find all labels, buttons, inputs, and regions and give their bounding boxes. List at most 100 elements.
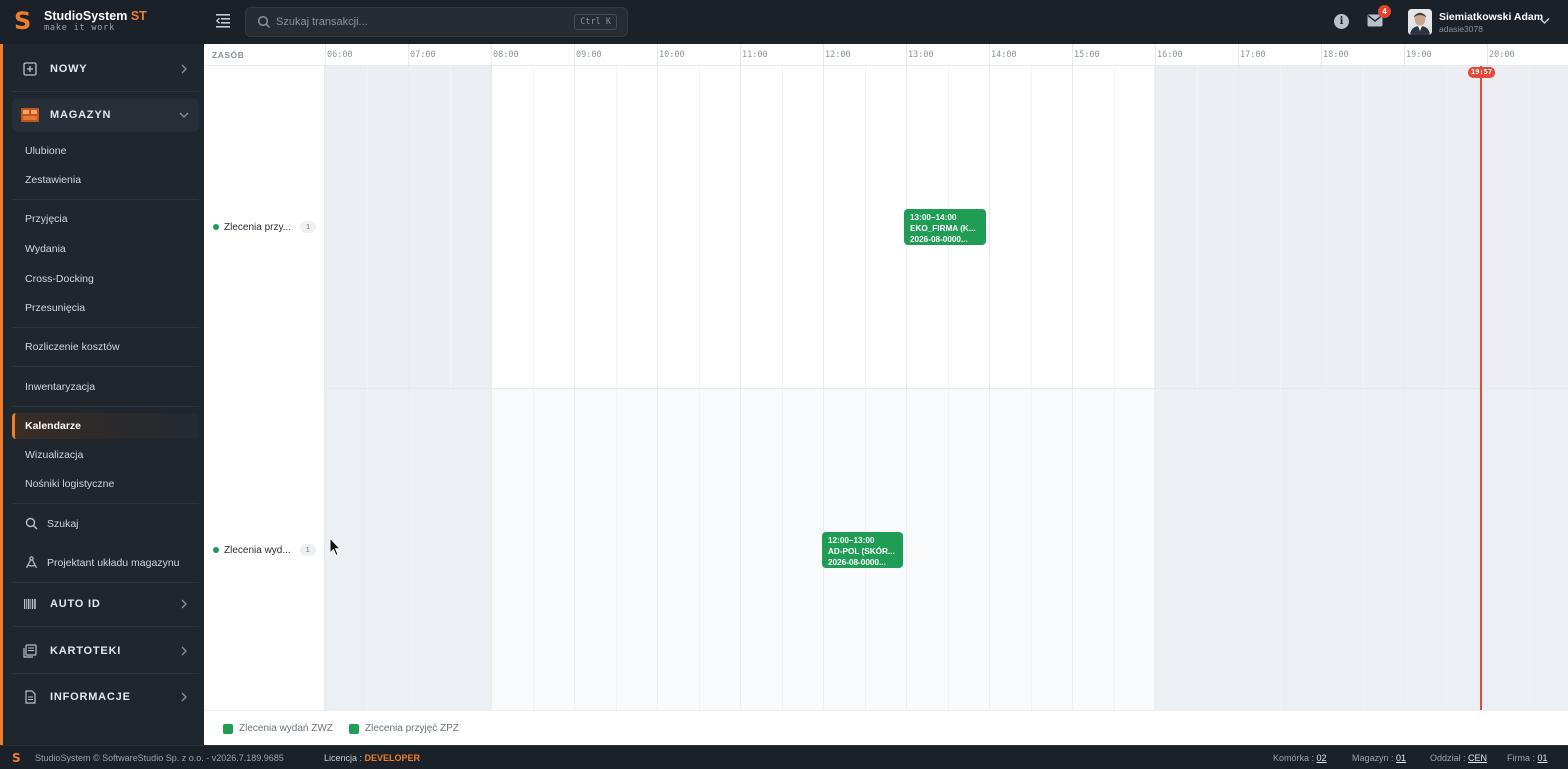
collapse-menu-icon[interactable] xyxy=(216,13,234,29)
status-bar: S StudioSystem © SoftwareStudio Sp. z o.… xyxy=(0,745,1568,769)
sidebar-item-przesuniecia[interactable]: Przesunięcia xyxy=(25,301,85,315)
brand-tagline: make it work xyxy=(44,23,116,33)
sidebar-designer[interactable]: Projektant układu magazynu xyxy=(25,556,180,569)
sidebar-search[interactable]: Szukaj xyxy=(25,517,79,530)
sidebar-search-label: Szukaj xyxy=(47,517,79,530)
brand-logo: S xyxy=(14,7,32,35)
legend-swatch xyxy=(349,723,359,734)
sidebar-section-informacje[interactable]: INFORMACJE xyxy=(12,680,199,714)
sidebar-section-magazyn[interactable]: MAGAZYN xyxy=(12,98,199,132)
hour-separator xyxy=(823,44,824,66)
chevron-right-icon xyxy=(181,599,187,609)
sidebar-item-wydania[interactable]: Wydania xyxy=(25,242,66,256)
search-input[interactable] xyxy=(276,8,566,36)
footer-firma[interactable]: Firma : 01 xyxy=(1507,753,1548,763)
sidebar-item-inwentaryzacja[interactable]: Inwentaryzacja xyxy=(25,380,95,394)
hour-separator xyxy=(1155,44,1156,66)
sidebar-item-przyjecia[interactable]: Przyjęcia xyxy=(25,212,68,226)
hour-separator xyxy=(657,44,658,66)
divider xyxy=(12,582,199,583)
hour-label: 14:00 xyxy=(991,50,1017,60)
resource-label: Zlecenia wyd... xyxy=(224,544,291,556)
hour-separator xyxy=(408,44,409,66)
hour-separator xyxy=(325,44,326,66)
chevron-down-icon xyxy=(179,112,189,118)
sidebar-item-nosniki-logistyczne[interactable]: Nośniki logistyczne xyxy=(25,477,114,491)
sidebar-section-nowy[interactable]: NOWY xyxy=(12,52,199,86)
brand[interactable]: S StudioSystem ST make it work xyxy=(14,9,147,33)
chevron-right-icon xyxy=(181,646,187,656)
footer-logo: S xyxy=(12,751,21,765)
hour-label: 15:00 xyxy=(1074,50,1100,60)
row-background xyxy=(325,389,1568,710)
legend-item[interactable]: Zlecenia wydań ZWZ xyxy=(223,723,333,734)
hour-separator xyxy=(1404,44,1405,66)
resource-zlecenia-przyjec[interactable]: Zlecenia przy... 1 xyxy=(213,221,317,233)
hour-separator xyxy=(1238,44,1239,66)
hour-label: 19:00 xyxy=(1406,50,1432,60)
calendar-legend: Zlecenia wydań ZWZ Zlecenia przyjęć ZPZ xyxy=(204,710,1568,745)
legend-label: Zlecenia przyjęć ZPZ xyxy=(365,723,459,734)
status-dot xyxy=(213,224,219,230)
sidebar-section-auto-id[interactable]: AUTO ID xyxy=(12,587,199,621)
divider xyxy=(12,626,199,627)
plus-square-icon xyxy=(23,62,37,76)
resource-count-badge: 1 xyxy=(300,221,317,233)
info-icon[interactable]: i xyxy=(1334,14,1349,29)
search-box[interactable]: Ctrl K xyxy=(245,7,628,37)
hour-separator xyxy=(906,44,907,66)
hour-separator xyxy=(574,44,575,66)
legend-item[interactable]: Zlecenia przyjęć ZPZ xyxy=(349,723,459,734)
hour-label: 17:00 xyxy=(1240,50,1266,60)
hour-separator xyxy=(740,44,741,66)
hour-separator xyxy=(1072,44,1073,66)
calendar-header: ZASÓB 06:00 07:00 08:00 09:00 10:00 11:00 12:0… xyxy=(204,44,1568,66)
chevron-right-icon xyxy=(181,692,187,702)
hour-separator xyxy=(1321,44,1322,66)
top-bar: S StudioSystem ST make it work Ctrl K i … xyxy=(0,0,1568,44)
hour-label: 16:00 xyxy=(1157,50,1183,60)
user-name: Siemiatkowski Adam xyxy=(1439,11,1544,23)
sidebar-item-kalendarze[interactable]: Kalendarze xyxy=(12,413,199,439)
event-time: 13:00–14:00 xyxy=(910,213,957,222)
avatar[interactable] xyxy=(1408,9,1432,35)
footer-oddzial[interactable]: Oddział : CEN xyxy=(1430,753,1487,763)
current-time-line xyxy=(1480,66,1482,710)
sidebar-item-zestawienia[interactable]: Zestawienia xyxy=(25,173,81,187)
search-icon xyxy=(257,15,271,29)
mouse-cursor-icon xyxy=(329,537,341,557)
sidebar-item-rozliczenie-kosztow[interactable]: Rozliczenie kosztów xyxy=(25,340,120,354)
calendar-grid[interactable] xyxy=(325,66,1568,710)
notification-badge: 4 xyxy=(1378,5,1391,18)
calendar-event[interactable]: 13:00–14:00 EKO_FIRMA (K... 2026-08-0000… xyxy=(904,209,986,245)
hour-separator xyxy=(491,44,492,66)
resource-label: Zlecenia przy... xyxy=(224,221,292,233)
sidebar-item-ulubione[interactable]: Ulubione xyxy=(25,144,66,158)
compass-icon xyxy=(25,556,38,569)
event-time: 12:00–13:00 xyxy=(828,536,875,545)
user-info[interactable]: Siemiatkowski Adam adasie3078 xyxy=(1439,11,1543,34)
sidebar-designer-label: Projektant układu magazynu xyxy=(47,556,180,569)
footer-komorka[interactable]: Komórka : 02 xyxy=(1273,753,1327,763)
sidebar-item-cross-docking[interactable]: Cross-Docking xyxy=(25,272,94,286)
sidebar: NOWY MAGAZYN Ulubione Zestawienia Przyję… xyxy=(0,44,204,745)
resource-zlecenia-wydan[interactable]: Zlecenia wyd... 1 xyxy=(213,544,316,556)
calendar-event[interactable]: 12:00–13:00 AD-POL (SKÓR... 2026-08-0000… xyxy=(822,532,903,568)
hour-label: 08:00 xyxy=(493,50,519,60)
sidebar-item-wizualizacja[interactable]: Wizualizacja xyxy=(25,448,83,462)
sidebar-section-kartoteki[interactable]: KARTOTEKI xyxy=(12,634,199,668)
legend-label: Zlecenia wydań ZWZ xyxy=(239,723,333,734)
hour-label: 09:00 xyxy=(576,50,602,60)
event-document: 2026-08-0000... xyxy=(910,235,968,244)
user-login: adasie3078 xyxy=(1439,24,1483,34)
search-shortcut: Ctrl K xyxy=(574,14,617,30)
event-title: AD-POL (SKÓR... xyxy=(828,547,895,556)
chevron-down-icon[interactable] xyxy=(1539,17,1550,25)
resource-header: ZASÓB xyxy=(212,50,245,60)
hour-label: 07:00 xyxy=(410,50,436,60)
hour-label: 10:00 xyxy=(659,50,685,60)
resource-column: Zlecenia przy... 1 Zlecenia wyd... 1 xyxy=(204,66,325,710)
document-icon xyxy=(25,690,36,704)
footer-magazyn[interactable]: Magazyn : 01 xyxy=(1352,753,1406,763)
divider xyxy=(12,327,199,328)
